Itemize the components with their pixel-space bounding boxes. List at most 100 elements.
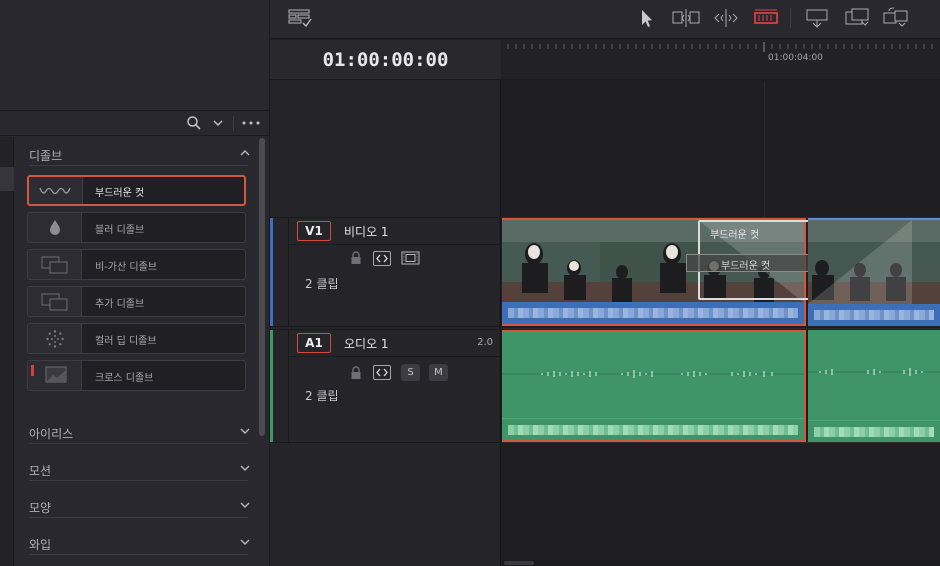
clip-name-pixelated [814,427,934,437]
transition-item-dip-to-color[interactable]: 컬러 딥 디졸브 [27,323,246,354]
track-clip-count: 2 클립 [305,277,339,291]
video-track-accent [270,218,273,326]
lock-icon[interactable] [350,251,362,267]
timeline-scrollbar[interactable] [502,560,940,566]
clip-name-pixelated [814,310,934,320]
track-headers: 01:00:00:00 V1 비디오 1 2 클립 A1 오디오 1 2.0 S… [269,40,501,566]
auto-select-icon[interactable] [373,365,391,380]
timeline-toolbar [269,0,940,39]
section-divider [29,165,248,166]
section-wipe-label: 와입 [29,538,52,552]
overlap-icon [41,293,69,314]
film-strip-icon[interactable] [401,251,420,267]
transition-item-smooth-cut[interactable]: 부드러운 컷 [27,175,246,206]
auto-select-icon[interactable] [373,251,391,266]
dots-icon [45,329,65,352]
chevron-down-icon[interactable] [238,498,252,512]
video-clip-2[interactable] [808,218,940,326]
ruler-time-label: 01:00:04:00 [768,53,823,63]
timecode-display: 01:00:00:00 [270,40,501,80]
transition-list: 디졸브 부드러운 컷 블러 디졸브 비-가산 디졸브 추가 디졸브 컬러 딥 디… [15,137,257,566]
section-divider [29,517,248,518]
track-header-divider [289,244,501,245]
replace-clip-icon[interactable] [881,6,908,30]
transition-item-label: 비-가산 디졸브 [95,262,157,273]
section-shape[interactable]: 모양 [29,494,252,518]
audio-clip-footer [502,418,804,440]
solo-button[interactable]: S [401,364,420,381]
lock-icon[interactable] [350,366,362,382]
chevron-down-icon[interactable] [238,424,252,438]
transition-item-label: 블러 디졸브 [95,225,145,236]
transition-thumb [28,324,82,353]
chevron-down-icon[interactable] [238,461,252,475]
wave-icon [39,185,71,200]
search-icon[interactable] [186,115,202,131]
transition-item-label: 크로스 디졸브 [95,373,154,384]
mute-button[interactable]: M [429,364,448,381]
track-id-a1[interactable]: A1 [297,333,331,353]
overwrite-clip-icon[interactable] [843,6,869,30]
clip-name-pixelated [508,308,798,318]
track-clip-count: 2 클립 [305,389,339,403]
transition-item-label: 부드러운 컷 [95,188,145,199]
overlap-icon [45,366,67,387]
section-shape-label: 모양 [29,501,52,515]
insert-clip-icon[interactable] [803,6,829,30]
track-name[interactable]: 비디오 1 [344,223,389,240]
section-motion[interactable]: 모션 [29,457,252,481]
track-divider [288,218,289,326]
chevron-down-icon[interactable] [212,117,224,129]
toolbar-divider [790,8,791,28]
timeline-view-options-icon[interactable] [287,6,313,30]
section-wipe[interactable]: 와입 [29,531,252,555]
track-divider [288,330,289,442]
transition-item-label: 추가 디졸브 [95,299,145,310]
section-dissolve[interactable]: 디졸브 [29,142,252,166]
section-iris[interactable]: 아이리스 [29,420,252,444]
chevron-up-icon[interactable] [238,146,252,160]
video-clip-footer [808,304,940,326]
transition-item-cross-dissolve[interactable]: 크로스 디졸브 [27,360,246,391]
timeline-scroll-thumb[interactable] [504,561,534,565]
effects-scrollbar[interactable] [259,138,265,436]
bin-list-strip [0,137,14,566]
section-divider [29,554,248,555]
track-level: 2.0 [477,337,493,348]
audio-clip-1[interactable] [502,330,806,442]
track-header-audio[interactable]: A1 오디오 1 2.0 S M 2 클립 [270,329,501,443]
transition-item-label: 컬러 딥 디졸브 [95,336,157,347]
track-header-video[interactable]: V1 비디오 1 2 클립 [270,217,501,327]
audio-clip-2[interactable] [808,330,940,442]
section-iris-label: 아이리스 [29,427,74,441]
track-separator [502,328,940,329]
track-name[interactable]: 오디오 1 [344,335,389,352]
timecode: 01:00:00:00 [322,49,449,71]
transition-item-non-additive-dissolve[interactable]: 비-가산 디졸브 [27,249,246,280]
transition-item-additive-dissolve[interactable]: 추가 디졸브 [27,286,246,317]
effects-toolbar [0,111,269,136]
audio-waveform [502,370,804,378]
transition-label: 부드러운 컷 [710,230,760,241]
chevron-down-icon[interactable] [238,535,252,549]
time-gridline [764,81,765,217]
dynamic-trim-icon[interactable] [711,6,738,30]
transition-thumb [29,177,83,204]
transition-thumb [28,250,82,279]
track-header-divider [289,356,501,357]
more-options-icon[interactable] [240,116,262,130]
section-motion-label: 모션 [29,464,52,478]
blade-edit-icon[interactable] [752,6,778,30]
video-clip-footer [502,302,804,324]
transition-item-blur-dissolve[interactable]: 블러 디졸브 [27,212,246,243]
track-id-v1[interactable]: V1 [297,221,331,241]
section-divider [29,480,248,481]
section-dissolve-label: 디졸브 [29,149,63,163]
timeline-ruler[interactable]: 01:00:04:00 [502,40,940,80]
timeline[interactable]: 01:00:04:00 부드러운 컷 부드러운 컷 [502,40,940,566]
video-thumbnail [808,220,940,304]
transition-thumb [28,287,82,316]
clip-name-pixelated [508,425,798,435]
selection-pointer-icon[interactable] [633,6,659,30]
trim-edit-icon[interactable] [671,6,700,30]
